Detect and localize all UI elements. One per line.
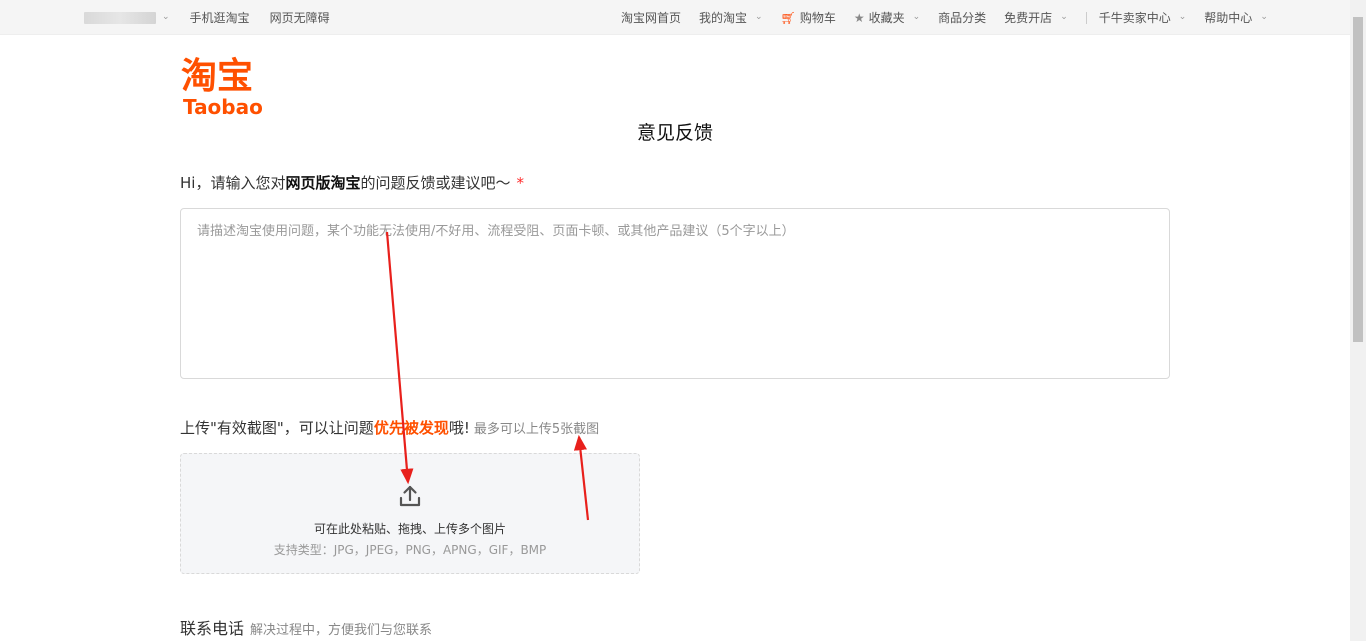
page-scrollbar[interactable] bbox=[1350, 0, 1366, 641]
accessibility-link[interactable]: 网页无障碍 bbox=[270, 9, 330, 26]
chevron-down-icon: ⌄ bbox=[1260, 11, 1268, 22]
question-prefix: Hi，请输入您对 bbox=[180, 174, 286, 192]
feedback-textarea[interactable] bbox=[181, 209, 1169, 378]
upload-limit-hint: 最多可以上传5张截图 bbox=[473, 422, 600, 437]
dropzone-instruction: 可在此处粘贴、拖拽、上传多个图片 bbox=[313, 522, 506, 536]
nav-categories-label: 商品分类 bbox=[938, 11, 987, 25]
upload-screenshot-label: 上传"有效截图"，可以让问题优先被发现哦! 最多可以上传5张截图 bbox=[180, 417, 599, 438]
contact-hint: 解决过程中，方便我们与您联系 bbox=[250, 623, 433, 638]
chevron-down-icon: ⌄ bbox=[755, 11, 763, 22]
nav-divider bbox=[1085, 11, 1087, 24]
nav-my-taobao[interactable]: 我的淘宝 ⌄ bbox=[699, 9, 763, 26]
image-upload-dropzone[interactable]: 可在此处粘贴、拖拽、上传多个图片 支持类型：JPG，JPEG，PNG，APNG，… bbox=[180, 453, 640, 574]
nav-cart[interactable]: 🛒︎ 购物车 bbox=[781, 9, 836, 26]
dropzone-supported-formats: 支持类型：JPG，JPEG，PNG，APNG，GIF，BMP bbox=[273, 543, 547, 557]
cart-icon: 🛒︎ bbox=[780, 10, 796, 25]
required-marker: * bbox=[516, 174, 524, 192]
feedback-textarea-container bbox=[180, 208, 1170, 379]
nav-open-store-label: 免费开店 bbox=[1004, 11, 1053, 25]
nav-open-store[interactable]: 免费开店 ⌄ bbox=[1004, 9, 1068, 26]
logo-chinese-text: 淘宝 bbox=[181, 56, 254, 97]
top-nav-left: ⌄ 手机逛淘宝 网页无障碍 bbox=[84, 0, 330, 35]
taobao-logo[interactable]: 淘宝 Taobao bbox=[181, 58, 273, 120]
chevron-down-icon: ⌄ bbox=[912, 11, 921, 22]
upload-label-suffix: 哦! bbox=[448, 419, 470, 437]
feedback-question-label: Hi，请输入您对网页版淘宝的问题反馈或建议吧～ * bbox=[180, 172, 524, 193]
star-icon: ★ bbox=[853, 10, 865, 25]
logo-english-text: Taobao bbox=[183, 95, 263, 119]
mobile-taobao-link[interactable]: 手机逛淘宝 bbox=[190, 9, 250, 26]
contact-phone-label: 联系电话 解决过程中，方便我们与您联系 bbox=[180, 615, 432, 639]
nav-categories[interactable]: 商品分类 bbox=[938, 9, 986, 26]
chevron-down-icon: ⌄ bbox=[1178, 11, 1187, 22]
page-title: 意见反馈 bbox=[636, 122, 713, 144]
site-top-nav: ⌄ 手机逛淘宝 网页无障碍 淘宝网首页 我的淘宝 ⌄ 🛒︎ 购物车 ★ 收藏夹 ⌄ 商品… bbox=[0, 0, 1350, 35]
upload-label-emphasis: 优先被发现 bbox=[373, 419, 449, 437]
user-name-blurred[interactable] bbox=[84, 11, 156, 24]
question-suffix: 的问题反馈或建议吧～ bbox=[360, 174, 511, 192]
contact-label-text: 联系电话 bbox=[180, 619, 245, 638]
nav-my-taobao-label: 我的淘宝 bbox=[699, 11, 748, 25]
top-nav-right: 淘宝网首页 我的淘宝 ⌄ 🛒︎ 购物车 ★ 收藏夹 ⌄ 商品分类 免费开店 ⌄ 千牛卖家中… bbox=[621, 0, 1286, 35]
nav-seller-center[interactable]: 千牛卖家中心 ⌄ bbox=[1099, 9, 1187, 26]
nav-seller-center-label: 千牛卖家中心 bbox=[1098, 11, 1171, 25]
question-emphasis: 网页版淘宝 bbox=[285, 174, 361, 192]
nav-home[interactable]: 淘宝网首页 bbox=[621, 9, 681, 26]
nav-favorites-label: 收藏夹 bbox=[868, 11, 905, 25]
nav-cart-label: 购物车 bbox=[799, 11, 836, 25]
chevron-down-icon: ⌄ bbox=[1060, 11, 1068, 22]
scrollbar-thumb[interactable] bbox=[1353, 17, 1363, 342]
nav-help-center[interactable]: 帮助中心 ⌄ bbox=[1204, 9, 1268, 26]
upload-label-prefix: 上传"有效截图"，可以让问题 bbox=[180, 419, 374, 437]
nav-home-label: 淘宝网首页 bbox=[621, 11, 682, 25]
upload-icon bbox=[399, 485, 421, 507]
chevron-down-icon: ⌄ bbox=[162, 11, 170, 22]
nav-help-center-label: 帮助中心 bbox=[1204, 11, 1253, 25]
nav-favorites[interactable]: ★ 收藏夹 ⌄ bbox=[854, 9, 920, 26]
